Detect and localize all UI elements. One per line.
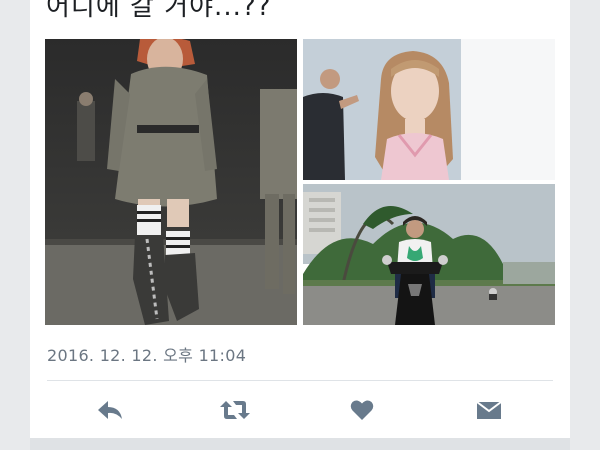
tweet-card: 어디에 갈 거야...?? 2016. 12. 12. 오후 11:04 [30, 0, 570, 438]
tweet-text: 어디에 갈 거야...?? [46, 0, 272, 22]
message-button[interactable] [471, 392, 507, 428]
tweet-timestamp[interactable]: 2016. 12. 12. 오후 11:04 [47, 342, 246, 366]
runway-photo-graphic [45, 39, 297, 325]
message-icon [476, 401, 502, 419]
reply-button[interactable] [92, 392, 128, 428]
tweet-actions [30, 392, 570, 428]
background-left [0, 0, 30, 450]
portrait-photo-graphic [303, 39, 555, 180]
media-photo-3[interactable] [303, 184, 555, 325]
background-right [570, 0, 600, 450]
bottom-bar [30, 438, 570, 450]
retweet-button[interactable] [217, 392, 253, 428]
street-photo-graphic [303, 184, 555, 325]
divider [47, 380, 553, 381]
heart-icon [350, 400, 374, 420]
media-photo-1[interactable] [45, 39, 297, 325]
media-photo-2[interactable] [303, 39, 555, 180]
retweet-icon [220, 401, 250, 419]
like-button[interactable] [344, 392, 380, 428]
reply-icon [98, 401, 122, 419]
